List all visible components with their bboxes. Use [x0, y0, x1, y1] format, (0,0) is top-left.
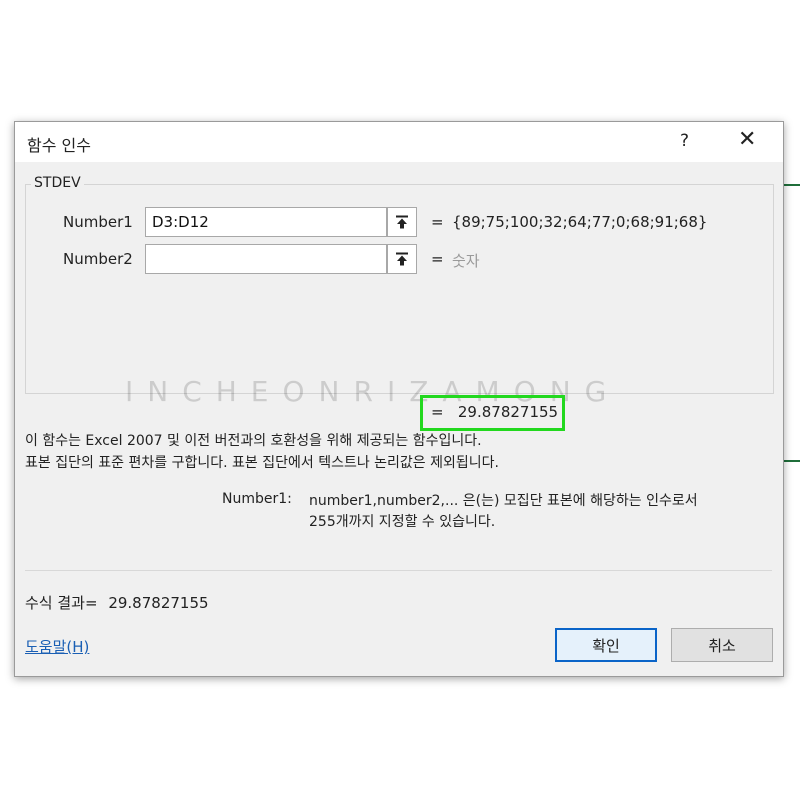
- sheet-gridline-top: [782, 184, 800, 186]
- close-icon[interactable]: ✕: [738, 127, 756, 152]
- number2-label: Number2: [63, 250, 133, 268]
- function-arguments-dialog: 함수 인수 ? ✕ STDEV Number1 = {89;75;100;32;…: [14, 121, 784, 677]
- formula-result-value: 29.87827155: [108, 594, 209, 612]
- dialog-title: 함수 인수: [27, 136, 91, 155]
- argument-description-name: Number1:: [222, 491, 292, 507]
- number1-evaluated: {89;75;100;32;64;77;0;68;91;68}: [452, 213, 708, 231]
- help-link[interactable]: 도움말(H): [25, 636, 89, 657]
- number2-collapse-button[interactable]: [387, 244, 417, 274]
- description-line-2: 표본 집단의 표준 편차를 구합니다. 표본 집단에서 텍스트나 논리값은 제외…: [25, 455, 499, 471]
- number1-input[interactable]: [145, 207, 387, 237]
- separator: [25, 570, 772, 571]
- help-icon[interactable]: ?: [680, 131, 689, 151]
- ok-button[interactable]: 확인: [555, 628, 657, 662]
- formula-result-label: 수식 결과=: [25, 594, 98, 612]
- formula-result: 수식 결과= 29.87827155: [25, 592, 209, 613]
- description-line-1: 이 함수는 Excel 2007 및 이전 버전과의 호환성을 위해 제공되는 …: [25, 433, 482, 449]
- argument-description-line-1: number1,number2,... 은(는) 모집단 표본에 해당하는 인수…: [309, 493, 698, 509]
- number1-collapse-button[interactable]: [387, 207, 417, 237]
- number2-equals: =: [431, 250, 444, 268]
- function-name-label: STDEV: [31, 175, 84, 191]
- collapse-arrow-icon: [396, 252, 408, 266]
- collapse-arrow-icon: [396, 215, 408, 229]
- argument-description-line-2: 255개까지 지정할 수 있습니다.: [309, 514, 496, 530]
- cancel-button[interactable]: 취소: [671, 628, 773, 662]
- sheet-gridline-bottom: [782, 460, 800, 462]
- number1-label: Number1: [63, 213, 133, 231]
- argument-description: number1,number2,... 은(는) 모집단 표본에 해당하는 인수…: [309, 491, 779, 533]
- number2-evaluated: 숫자: [452, 252, 480, 270]
- function-result: = 29.87827155: [431, 403, 559, 421]
- number2-input[interactable]: [145, 244, 387, 274]
- number1-equals: =: [431, 213, 444, 231]
- title-bar: 함수 인수 ? ✕: [15, 122, 783, 162]
